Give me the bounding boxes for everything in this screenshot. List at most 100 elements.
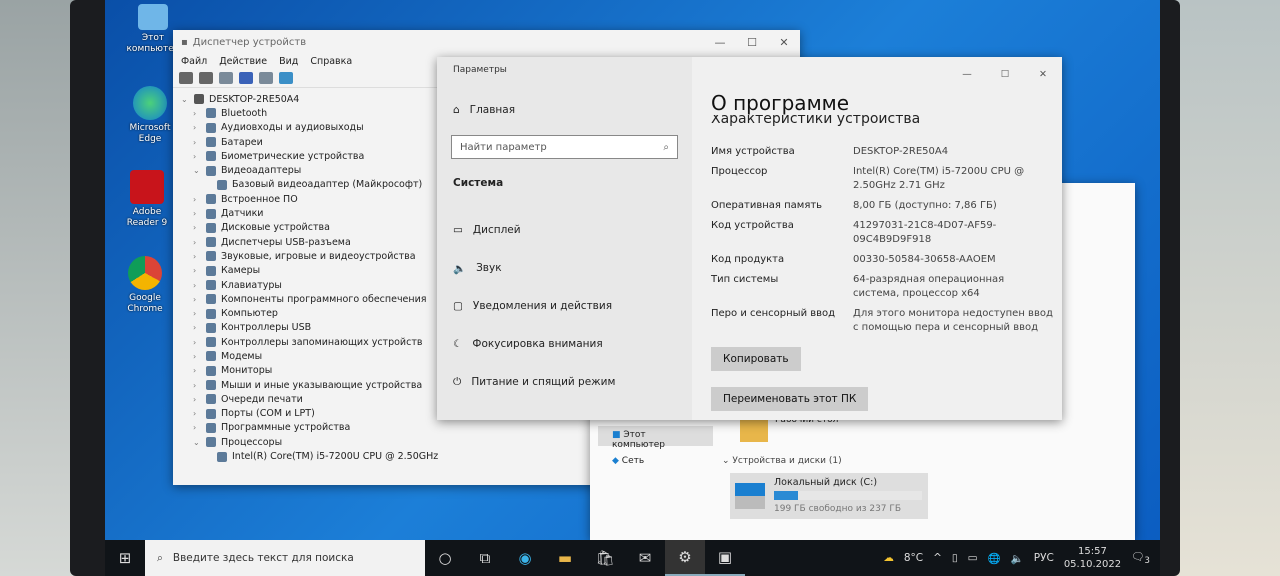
close-button[interactable]: ✕ xyxy=(768,36,800,49)
chevron-right-icon[interactable]: › xyxy=(193,423,201,432)
icon-label: Adobe Reader 9 xyxy=(126,207,168,228)
minimize-button[interactable]: — xyxy=(948,69,986,80)
view-icon[interactable] xyxy=(259,72,273,84)
group-header[interactable]: ⌄ Устройства и диски (1) xyxy=(722,456,842,466)
chevron-right-icon[interactable]: › xyxy=(193,238,201,247)
chevron-right-icon[interactable]: › xyxy=(193,223,201,232)
rename-pc-button[interactable]: Переименовать этот ПК xyxy=(711,387,869,411)
nav-home[interactable]: ⌂ Главная xyxy=(437,91,692,129)
chevron-right-icon[interactable]: › xyxy=(193,109,201,118)
task-view-icon[interactable]: ⧉ xyxy=(465,540,505,576)
weather-icon[interactable]: ☁ xyxy=(883,552,894,564)
spec-key: Процессор xyxy=(711,166,768,177)
chevron-right-icon[interactable]: › xyxy=(193,152,201,161)
maximize-button[interactable]: ☐ xyxy=(986,69,1024,80)
desktop-icon-chrome[interactable]: Google Chrome xyxy=(115,256,175,315)
mail-taskbar-icon[interactable]: ✉ xyxy=(625,540,665,576)
chevron-down-icon[interactable]: ⌄ xyxy=(193,438,201,447)
node-label: Диспетчеры USB-разъема xyxy=(221,236,351,248)
chevron-right-icon[interactable]: › xyxy=(193,252,201,261)
time: 15:57 xyxy=(1078,546,1107,557)
battery-icon[interactable]: ▭ xyxy=(968,552,978,564)
desktop-folder-icon xyxy=(740,420,768,442)
taskbar: ⊞ ⌕ Введите здесь текст для поиска ○ ⧉ ◉ … xyxy=(105,540,1160,576)
drive-c[interactable]: Локальный диск (C:) 199 ГБ свободно из 2… xyxy=(730,473,928,519)
chevron-right-icon[interactable]: › xyxy=(193,395,201,404)
nav-this-pc[interactable]: ■ Этот компьютер xyxy=(598,426,713,450)
properties-icon[interactable] xyxy=(219,72,233,84)
device-manager-taskbar-icon[interactable]: ▣ xyxy=(705,540,745,576)
device-icon xyxy=(206,337,216,348)
chevron-right-icon[interactable]: › xyxy=(193,281,201,290)
device-icon xyxy=(206,108,216,119)
app-icon: ▪ xyxy=(181,36,188,48)
taskbar-search-input[interactable]: ⌕ Введите здесь текст для поиска xyxy=(145,540,425,576)
chevron-down-icon[interactable]: ⌄ xyxy=(193,166,201,175)
chevron-right-icon[interactable]: › xyxy=(193,266,201,275)
device-icon xyxy=(206,222,216,233)
chevron-right-icon[interactable]: › xyxy=(193,295,201,304)
chevron-up-icon[interactable]: ^ xyxy=(933,552,942,564)
maximize-button[interactable]: ☐ xyxy=(736,36,768,49)
node-label: Компьютер xyxy=(221,308,278,320)
chevron-right-icon[interactable]: › xyxy=(193,309,201,318)
nav-network[interactable]: ◆ Сеть xyxy=(612,456,644,466)
start-button[interactable]: ⊞ xyxy=(105,540,145,576)
store-taskbar-icon[interactable]: 🛍 xyxy=(585,540,625,576)
menu-item[interactable]: Файл xyxy=(181,56,207,67)
spec-value: 41297031-21C8-4D07-AF59-09C4B9D9F918 xyxy=(853,220,997,245)
node-label: Процессоры xyxy=(221,436,283,448)
desktop-icon-edge[interactable]: Microsoft Edge xyxy=(120,86,180,145)
copy-button[interactable]: Копировать xyxy=(711,347,801,371)
help-icon[interactable] xyxy=(239,72,253,84)
back-icon[interactable] xyxy=(179,72,193,84)
menu-item[interactable]: Действие xyxy=(219,56,267,67)
search-icon: ⌕ xyxy=(157,551,163,564)
device-icon xyxy=(206,408,216,419)
chevron-right-icon[interactable]: › xyxy=(193,381,201,390)
device-icon xyxy=(206,322,216,333)
chevron-right-icon[interactable]: › xyxy=(193,138,201,147)
menu-item[interactable]: Вид xyxy=(279,56,298,67)
desktop-icon-adobe-reader[interactable]: Adobe Reader 9 xyxy=(117,170,177,229)
network-icon[interactable]: 🌐 xyxy=(988,552,1001,565)
chevron-right-icon[interactable]: › xyxy=(193,209,201,218)
chevron-right-icon[interactable]: › xyxy=(193,123,201,132)
nav-label: Главная xyxy=(469,104,516,116)
chevron-right-icon[interactable]: › xyxy=(193,195,201,204)
spec-row: Код устройства 41297031-21C8-4D07-AF59-09… xyxy=(711,219,1062,247)
nav-item[interactable]: ▭ Дисплей xyxy=(437,211,692,249)
close-button[interactable]: ✕ xyxy=(1024,69,1062,80)
language-indicator[interactable]: РУС xyxy=(1034,552,1054,564)
forward-icon[interactable] xyxy=(199,72,213,84)
meet-now-icon[interactable]: ▯ xyxy=(952,552,958,564)
nav-item[interactable]: ⏻ Питание и спящий режим xyxy=(437,363,692,401)
volume-icon[interactable]: 🔈 xyxy=(1011,552,1024,565)
settings-content: — ☐ ✕ О программе Характеристики устройств… xyxy=(692,57,1062,420)
chevron-right-icon[interactable]: › xyxy=(193,409,201,418)
clock[interactable]: 15:57 05.10.2022 xyxy=(1064,545,1121,571)
settings-taskbar-icon[interactable]: ⚙ xyxy=(665,540,705,576)
nav-item[interactable]: 🔈 Звук xyxy=(437,249,692,287)
settings-search-input[interactable]: Найти параметр ⌕ xyxy=(451,135,678,159)
section-subtitle: Характеристики устройства xyxy=(711,115,921,127)
notifications-icon[interactable]: 🗨3 xyxy=(1131,550,1150,566)
window-title: Параметры xyxy=(453,65,507,75)
scan-hardware-icon[interactable] xyxy=(279,72,293,84)
nav-item[interactable]: ▢ Уведомления и действия xyxy=(437,287,692,325)
chevron-right-icon[interactable]: › xyxy=(193,352,201,361)
chevron-right-icon[interactable]: › xyxy=(193,366,201,375)
menu-item[interactable]: Справка xyxy=(310,56,352,67)
edge-taskbar-icon[interactable]: ◉ xyxy=(505,540,545,576)
focus-assist-icon: ☾ xyxy=(453,338,463,350)
chevron-right-icon[interactable]: › xyxy=(193,323,201,332)
device-icon xyxy=(206,351,216,362)
chevron-right-icon[interactable]: › xyxy=(193,338,201,347)
minimize-button[interactable]: — xyxy=(704,36,736,49)
cortana-icon[interactable]: ○ xyxy=(425,540,465,576)
nav-item[interactable]: ☾ Фокусировка внимания xyxy=(437,325,692,363)
settings-sidebar: Параметры ⌂ Главная Найти параметр ⌕ Систе… xyxy=(437,57,692,420)
file-explorer-taskbar-icon[interactable]: ▬ xyxy=(545,540,585,576)
weather-temp[interactable]: 8°C xyxy=(904,552,923,564)
spec-key: Код продукта xyxy=(711,254,785,265)
